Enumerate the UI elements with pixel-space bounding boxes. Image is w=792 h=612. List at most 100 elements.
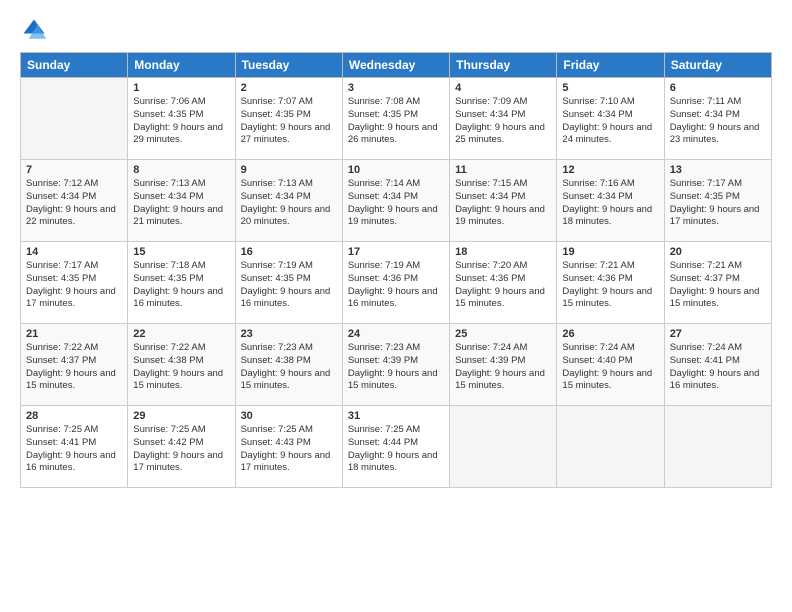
day-info: Sunrise: 7:06 AMSunset: 4:35 PMDaylight:… (133, 96, 229, 147)
day-number: 23 (241, 328, 337, 340)
day-number: 2 (241, 82, 337, 94)
day-info: Sunrise: 7:20 AMSunset: 4:36 PMDaylight:… (455, 260, 551, 311)
calendar-day-cell: 27Sunrise: 7:24 AMSunset: 4:41 PMDayligh… (664, 324, 771, 406)
day-info: Sunrise: 7:14 AMSunset: 4:34 PMDaylight:… (348, 178, 444, 229)
day-number: 10 (348, 164, 444, 176)
day-info: Sunrise: 7:13 AMSunset: 4:34 PMDaylight:… (241, 178, 337, 229)
calendar-day-cell: 28 Sunrise: 7:25 AMSunset: 4:41 PMDayligh… (21, 406, 128, 488)
day-number: 26 (562, 328, 658, 340)
calendar-day-cell: 4 Sunrise: 7:09 AMSunset: 4:34 PMDaylight… (450, 78, 557, 160)
day-info: Sunrise: 7:11 AMSunset: 4:34 PMDaylight:… (670, 96, 766, 147)
calendar-day-cell: 17Sunrise: 7:19 AMSunset: 4:36 PMDayligh… (342, 242, 449, 324)
day-number: 30 (241, 410, 337, 422)
calendar-week-row: 21 Sunrise: 7:22 AMSunset: 4:37 PMDayligh… (21, 324, 772, 406)
day-number: 27 (670, 328, 766, 340)
day-number: 1 (133, 82, 229, 94)
calendar-day-cell: 29Sunrise: 7:25 AMSunset: 4:42 PMDayligh… (128, 406, 235, 488)
day-number: 18 (455, 246, 551, 258)
day-number: 8 (133, 164, 229, 176)
day-number: 14 (26, 246, 122, 258)
day-number: 21 (26, 328, 122, 340)
calendar-day-cell: 21 Sunrise: 7:22 AMSunset: 4:37 PMDayligh… (21, 324, 128, 406)
weekday-header: Sunday (21, 53, 128, 78)
day-number: 12 (562, 164, 658, 176)
calendar-day-cell: 8 Sunrise: 7:13 AMSunset: 4:34 PMDaylight… (128, 160, 235, 242)
weekday-header: Friday (557, 53, 664, 78)
weekday-header: Wednesday (342, 53, 449, 78)
calendar-day-cell (557, 406, 664, 488)
day-info: Sunrise: 7:18 AMSunset: 4:35 PMDaylight:… (133, 260, 229, 311)
day-info: Sunrise: 7:19 AMSunset: 4:35 PMDaylight:… (241, 260, 337, 311)
calendar-day-cell: 25 Sunrise: 7:24 AMSunset: 4:39 PMDayligh… (450, 324, 557, 406)
day-info: Sunrise: 7:23 AMSunset: 4:39 PMDaylight:… (348, 342, 444, 393)
day-number: 22 (133, 328, 229, 340)
calendar-day-cell: 6 Sunrise: 7:11 AMSunset: 4:34 PMDaylight… (664, 78, 771, 160)
day-number: 9 (241, 164, 337, 176)
day-info: Sunrise: 7:21 AMSunset: 4:37 PMDaylight:… (670, 260, 766, 311)
day-info: Sunrise: 7:25 AMSunset: 4:44 PMDaylight:… (348, 424, 444, 475)
day-info: Sunrise: 7:16 AMSunset: 4:34 PMDaylight:… (562, 178, 658, 229)
page: SundayMondayTuesdayWednesdayThursdayFrid… (0, 0, 792, 612)
day-number: 5 (562, 82, 658, 94)
day-number: 31 (348, 410, 444, 422)
day-number: 15 (133, 246, 229, 258)
calendar-day-cell (450, 406, 557, 488)
calendar-day-cell: 9 Sunrise: 7:13 AMSunset: 4:34 PMDaylight… (235, 160, 342, 242)
day-number: 29 (133, 410, 229, 422)
day-info: Sunrise: 7:12 AMSunset: 4:34 PMDaylight:… (26, 178, 122, 229)
calendar-week-row: 28 Sunrise: 7:25 AMSunset: 4:41 PMDayligh… (21, 406, 772, 488)
calendar-day-cell: 15 Sunrise: 7:18 AMSunset: 4:35 PMDayligh… (128, 242, 235, 324)
day-number: 20 (670, 246, 766, 258)
day-info: Sunrise: 7:15 AMSunset: 4:34 PMDaylight:… (455, 178, 551, 229)
day-number: 24 (348, 328, 444, 340)
day-info: Sunrise: 7:25 AMSunset: 4:41 PMDaylight:… (26, 424, 122, 475)
header (20, 16, 772, 44)
weekday-header: Thursday (450, 53, 557, 78)
day-info: Sunrise: 7:13 AMSunset: 4:34 PMDaylight:… (133, 178, 229, 229)
calendar-week-row: 7 Sunrise: 7:12 AMSunset: 4:34 PMDaylight… (21, 160, 772, 242)
weekday-header: Saturday (664, 53, 771, 78)
calendar-day-cell: 3 Sunrise: 7:08 AMSunset: 4:35 PMDaylight… (342, 78, 449, 160)
calendar-day-cell: 18 Sunrise: 7:20 AMSunset: 4:36 PMDayligh… (450, 242, 557, 324)
day-number: 16 (241, 246, 337, 258)
calendar-day-cell: 30 Sunrise: 7:25 AMSunset: 4:43 PMDayligh… (235, 406, 342, 488)
calendar-day-cell: 23 Sunrise: 7:23 AMSunset: 4:38 PMDayligh… (235, 324, 342, 406)
day-number: 19 (562, 246, 658, 258)
calendar-day-cell: 31 Sunrise: 7:25 AMSunset: 4:44 PMDayligh… (342, 406, 449, 488)
day-number: 7 (26, 164, 122, 176)
calendar-day-cell: 10 Sunrise: 7:14 AMSunset: 4:34 PMDayligh… (342, 160, 449, 242)
day-info: Sunrise: 7:07 AMSunset: 4:35 PMDaylight:… (241, 96, 337, 147)
day-number: 13 (670, 164, 766, 176)
calendar-day-cell: 20 Sunrise: 7:21 AMSunset: 4:37 PMDayligh… (664, 242, 771, 324)
weekday-header: Monday (128, 53, 235, 78)
day-info: Sunrise: 7:10 AMSunset: 4:34 PMDaylight:… (562, 96, 658, 147)
day-info: Sunrise: 7:08 AMSunset: 4:35 PMDaylight:… (348, 96, 444, 147)
day-info: Sunrise: 7:09 AMSunset: 4:34 PMDaylight:… (455, 96, 551, 147)
calendar-day-cell: 13 Sunrise: 7:17 AMSunset: 4:35 PMDayligh… (664, 160, 771, 242)
day-info: Sunrise: 7:17 AMSunset: 4:35 PMDaylight:… (670, 178, 766, 229)
day-info: Sunrise: 7:23 AMSunset: 4:38 PMDaylight:… (241, 342, 337, 393)
day-info: Sunrise: 7:17 AMSunset: 4:35 PMDaylight:… (26, 260, 122, 311)
day-number: 6 (670, 82, 766, 94)
calendar-day-cell: 2 Sunrise: 7:07 AMSunset: 4:35 PMDaylight… (235, 78, 342, 160)
weekday-header: Tuesday (235, 53, 342, 78)
calendar-day-cell: 22 Sunrise: 7:22 AMSunset: 4:38 PMDayligh… (128, 324, 235, 406)
day-info: Sunrise: 7:24 AMSunset: 4:39 PMDaylight:… (455, 342, 551, 393)
calendar-day-cell: 5 Sunrise: 7:10 AMSunset: 4:34 PMDaylight… (557, 78, 664, 160)
day-number: 3 (348, 82, 444, 94)
day-number: 4 (455, 82, 551, 94)
logo (20, 16, 52, 44)
calendar-day-cell (21, 78, 128, 160)
day-number: 11 (455, 164, 551, 176)
day-number: 25 (455, 328, 551, 340)
calendar-day-cell: 19Sunrise: 7:21 AMSunset: 4:36 PMDayligh… (557, 242, 664, 324)
calendar-week-row: 1 Sunrise: 7:06 AMSunset: 4:35 PMDaylight… (21, 78, 772, 160)
calendar-day-cell (664, 406, 771, 488)
calendar-day-cell: 1 Sunrise: 7:06 AMSunset: 4:35 PMDaylight… (128, 78, 235, 160)
day-info: Sunrise: 7:22 AMSunset: 4:37 PMDaylight:… (26, 342, 122, 393)
calendar-day-cell: 14 Sunrise: 7:17 AMSunset: 4:35 PMDayligh… (21, 242, 128, 324)
day-info: Sunrise: 7:22 AMSunset: 4:38 PMDaylight:… (133, 342, 229, 393)
day-info: Sunrise: 7:19 AMSunset: 4:36 PMDaylight:… (348, 260, 444, 311)
day-number: 28 (26, 410, 122, 422)
day-info: Sunrise: 7:25 AMSunset: 4:43 PMDaylight:… (241, 424, 337, 475)
